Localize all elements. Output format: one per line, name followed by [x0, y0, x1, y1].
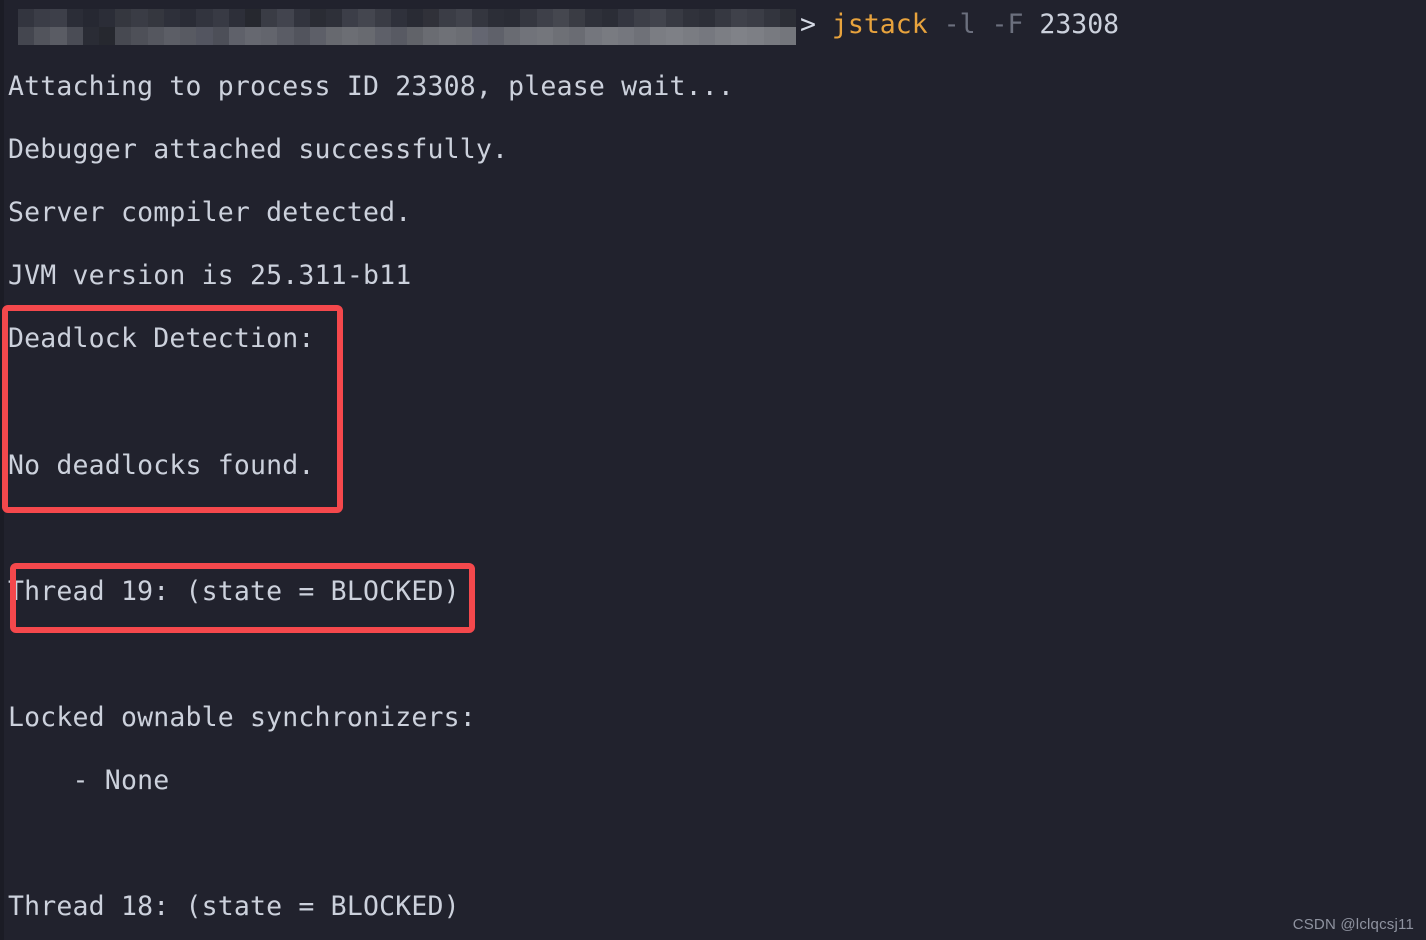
output-line-no-deadlocks: No deadlocks found. — [8, 450, 315, 481]
output-line-thread-19: Thread 19: (state = BLOCKED) — [8, 576, 460, 607]
output-line-none-entry: - None — [8, 765, 170, 796]
command-name: jstack — [831, 9, 928, 40]
censored-path-mosaic — [18, 9, 796, 45]
output-line-attaching: Attaching to process ID 23308, please wa… — [8, 71, 735, 102]
output-line-locked-sync: Locked ownable synchronizers: — [8, 702, 476, 733]
command-flag-l: -l — [927, 9, 976, 40]
prompt-row: > jstack -l -F 23308 — [0, 6, 1426, 46]
command-flag-F: -F — [975, 9, 1024, 40]
output-line-debugger: Debugger attached successfully. — [8, 134, 509, 165]
terminal-left-gutter — [0, 0, 4, 940]
output-line-jvm-version: JVM version is 25.311-b11 — [8, 260, 412, 291]
prompt-symbol: > — [800, 9, 832, 40]
prompt-command-line: > jstack -l -F 23308 — [800, 9, 1120, 40]
watermark-label: CSDN @lclqcsj11 — [1292, 916, 1414, 933]
command-argument-pid: 23308 — [1023, 9, 1120, 40]
output-line-deadlock-header: Deadlock Detection: — [8, 323, 315, 354]
output-line-thread-18: Thread 18: (state = BLOCKED) — [8, 891, 460, 922]
terminal-window[interactable]: > jstack -l -F 23308 Attaching to proces… — [0, 0, 1426, 940]
output-line-server-compiler: Server compiler detected. — [8, 197, 412, 228]
